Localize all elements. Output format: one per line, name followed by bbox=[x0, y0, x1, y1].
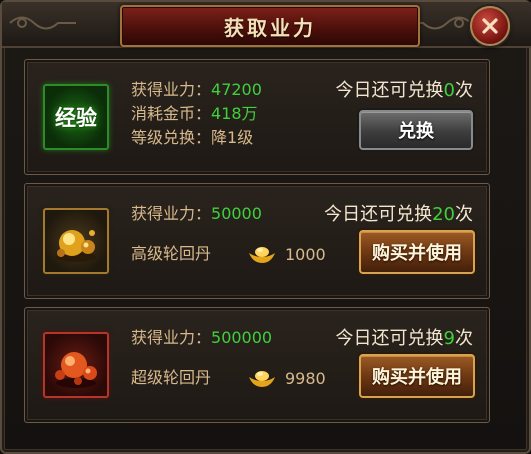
gain-value: 500000 bbox=[211, 328, 273, 347]
red-reincarnation-pill-icon bbox=[55, 352, 97, 388]
remaining-number: 20 bbox=[432, 204, 455, 225]
buy-and-use-button[interactable]: 购买并使用 bbox=[359, 354, 475, 398]
ornament-left-icon bbox=[9, 16, 76, 30]
close-button[interactable] bbox=[470, 6, 510, 46]
item-name: 超级轮回丹 bbox=[131, 368, 212, 387]
remaining-prefix: 今日还可兑换 bbox=[335, 80, 444, 101]
title-bar: 获取业力 bbox=[2, 2, 531, 48]
exchange-row-experience: 经验 获得业力：47200 消耗金币：418万 等级兑换：降1级 今日还可兑换0… bbox=[24, 59, 490, 175]
remaining-count: 今日还可兑换20次 bbox=[324, 200, 473, 226]
remaining-prefix: 今日还可兑换 bbox=[324, 204, 433, 225]
level-value: 降1级 bbox=[211, 128, 254, 147]
gain-line: 获得业力：50000 bbox=[131, 203, 262, 225]
karma-exchange-dialog: 获取业力 经验 获得业力：47200 消耗金币：418万 等级兑换：降1级 今日… bbox=[0, 0, 531, 454]
exchange-row-super-pill: 获得业力：500000 超级轮回丹 9980 今日还可兑换9次 购买并使用 bbox=[24, 307, 490, 423]
gain-line: 获得业力：500000 bbox=[131, 327, 272, 349]
remaining-count: 今日还可兑换0次 bbox=[336, 76, 473, 102]
price-tag: 1000 bbox=[247, 242, 326, 266]
remaining-prefix: 今日还可兑换 bbox=[335, 328, 444, 349]
level-line: 等级兑换：降1级 bbox=[131, 127, 253, 149]
gain-label: 获得业力： bbox=[131, 204, 212, 223]
title-plate: 获取业力 bbox=[120, 5, 420, 47]
gold-reincarnation-pill-icon bbox=[56, 230, 96, 262]
buy-and-use-button[interactable]: 购买并使用 bbox=[359, 230, 475, 274]
gain-line: 获得业力：47200 bbox=[131, 79, 262, 101]
remaining-number: 0 bbox=[443, 80, 455, 101]
exchange-row-advanced-pill: 获得业力：50000 高级轮回丹 1000 今日还可兑换20次 购买并使用 bbox=[24, 183, 490, 299]
level-label: 等级兑换： bbox=[131, 128, 212, 147]
cost-label: 消耗金币： bbox=[131, 104, 212, 123]
cost-line: 消耗金币：418万 bbox=[131, 103, 258, 125]
gain-label: 获得业力： bbox=[131, 328, 212, 347]
gain-value: 47200 bbox=[211, 80, 262, 99]
remaining-number: 9 bbox=[443, 328, 455, 349]
gold-ingot-icon bbox=[249, 371, 275, 387]
dialog-title: 获取业力 bbox=[224, 15, 316, 40]
remaining-suffix: 次 bbox=[455, 204, 473, 225]
remaining-suffix: 次 bbox=[455, 80, 473, 101]
gold-pill-frame bbox=[43, 208, 109, 274]
price-tag: 9980 bbox=[247, 366, 326, 390]
red-pill-frame bbox=[43, 332, 109, 398]
remaining-suffix: 次 bbox=[455, 328, 473, 349]
close-x-icon bbox=[482, 18, 498, 34]
experience-badge-icon: 经验 bbox=[43, 84, 109, 150]
gain-label: 获得业力： bbox=[131, 80, 212, 99]
item-name: 高级轮回丹 bbox=[131, 244, 212, 263]
remaining-count: 今日还可兑换9次 bbox=[336, 324, 473, 350]
exchange-button[interactable]: 兑换 bbox=[359, 110, 473, 150]
price-value: 9980 bbox=[285, 368, 326, 388]
gold-ingot-icon bbox=[249, 247, 275, 263]
price-value: 1000 bbox=[285, 244, 326, 264]
gain-value: 50000 bbox=[211, 204, 262, 223]
experience-badge-label: 经验 bbox=[55, 106, 97, 130]
cost-value: 418万 bbox=[211, 104, 258, 123]
